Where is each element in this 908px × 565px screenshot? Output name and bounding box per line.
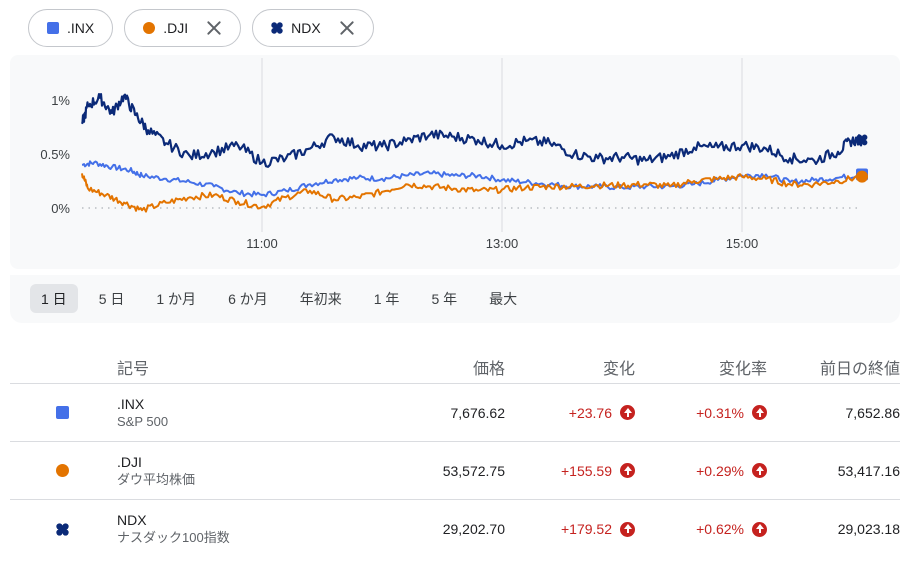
header-symbol: 記号: [117, 361, 150, 378]
series-line-dji: [81, 172, 863, 213]
change-pct: +0.62%: [696, 521, 744, 537]
prev-close: 53,417.16: [837, 462, 900, 479]
index-name: S&P 500: [117, 413, 169, 429]
quote-table: 記号 価格 変化 変化率 前日の終値 .INX S&P 500 7,676.62…: [10, 351, 900, 558]
range-5d[interactable]: 5 日: [88, 284, 136, 313]
arrow-up-icon: [752, 405, 767, 420]
range-tabs: 1 日 5 日 1 か月 6 か月 年初来 1 年 5 年 最大: [30, 284, 538, 313]
price: 29,202.70: [442, 521, 505, 537]
range-ytd[interactable]: 年初来: [289, 284, 353, 313]
arrow-up-icon: [620, 405, 635, 420]
prev-close: 29,023.18: [837, 521, 900, 537]
x-tick-label: 11:00: [246, 236, 278, 251]
line-chart[interactable]: 0% 0.5% 1% 11:00 13:00 15:00: [0, 0, 908, 270]
change-pct: +0.29%: [696, 462, 744, 479]
arrow-up-icon: [752, 521, 767, 537]
header-change: 変化: [602, 361, 635, 378]
arrow-up-icon: [620, 521, 635, 537]
change-pct: +0.31%: [696, 404, 744, 421]
series-line-inx: [81, 160, 863, 198]
change: +23.76: [568, 404, 612, 421]
y-tick-label: 0%: [51, 201, 70, 216]
change: +155.59: [561, 462, 612, 479]
table-row[interactable]: NDX ナスダック100指数 29,202.70 +179.52 +0.62% …: [10, 500, 900, 558]
y-tick-label: 0.5%: [40, 147, 70, 162]
clover-marker-icon: [56, 522, 69, 536]
table-row[interactable]: .INX S&P 500 7,676.62 +23.76 +0.31% 7,65…: [10, 384, 900, 442]
y-tick-label: 1%: [51, 93, 70, 108]
prev-close: 7,652.86: [845, 404, 901, 421]
x-tick-label: 13:00: [486, 236, 519, 251]
table-header: 記号 価格 変化 変化率 前日の終値: [10, 351, 900, 384]
index-name: ダウ平均株価: [117, 471, 196, 487]
arrow-up-icon: [752, 463, 767, 478]
series-line-ndx: [80, 92, 864, 168]
range-6m[interactable]: 6 か月: [217, 284, 279, 313]
circle-marker-icon: [56, 464, 69, 477]
table-row[interactable]: .DJI ダウ平均株価 53,572.75 +155.59 +0.29% 53,…: [10, 442, 900, 500]
symbol: NDX: [117, 512, 147, 528]
end-marker-dji: [856, 170, 868, 183]
price: 53,572.75: [442, 462, 505, 479]
index-name: ナスダック100指数: [117, 530, 230, 545]
symbol: .DJI: [117, 453, 142, 470]
change: +179.52: [561, 521, 612, 537]
x-tick-label: 15:00: [726, 236, 759, 251]
range-1m[interactable]: 1 か月: [145, 284, 207, 313]
range-1d[interactable]: 1 日: [30, 284, 78, 313]
header-pct: 変化率: [718, 361, 767, 378]
price: 7,676.62: [450, 404, 506, 421]
square-marker-icon: [56, 406, 69, 419]
header-prev-close: 前日の終値: [819, 361, 900, 378]
range-1y[interactable]: 1 年: [363, 284, 411, 313]
range-5y[interactable]: 5 年: [420, 284, 468, 313]
arrow-up-icon: [620, 463, 635, 478]
range-max[interactable]: 最大: [478, 284, 528, 313]
header-price: 価格: [472, 361, 505, 378]
symbol: .INX: [117, 395, 145, 412]
